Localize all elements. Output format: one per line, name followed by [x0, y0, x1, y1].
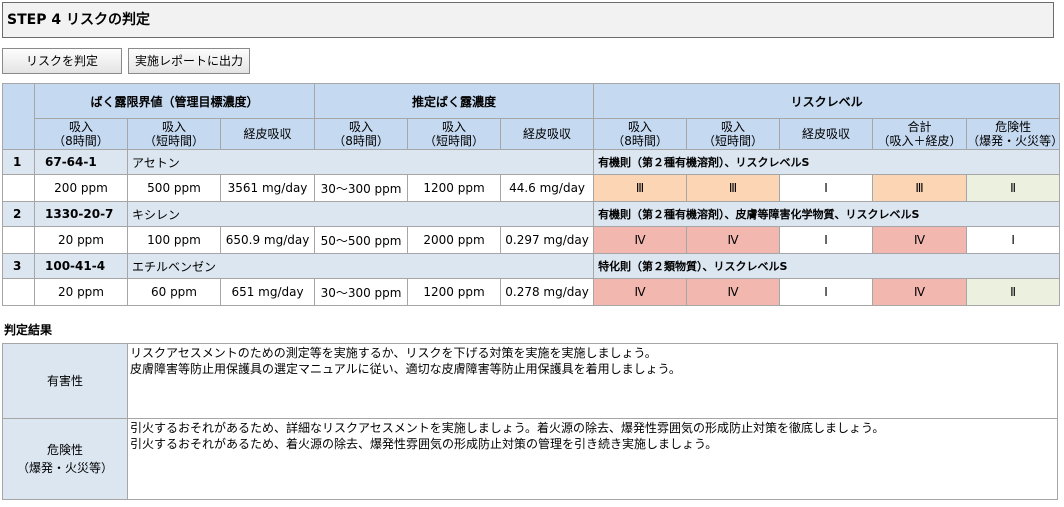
est-inhale-8h: 30～300 ppm: [314, 174, 409, 202]
limit-inhale-short: 500 ppm: [127, 174, 221, 202]
chemical-number: 2: [2, 201, 35, 227]
risk-inhale-8h: Ⅳ: [593, 226, 688, 254]
header-risk-dermal: 経皮吸収: [779, 118, 874, 150]
header-risk-inhale-8h: 吸入 （8時間）: [593, 118, 688, 150]
danger-line: 引火するおそれがあるため、詳細なリスクアセスメントを実施しましょう。着火源の除去…: [130, 421, 885, 435]
limit-inhale-short: 100 ppm: [127, 226, 221, 254]
limit-inhale-8h: 20 ppm: [34, 226, 128, 254]
risk-hazard: Ⅰ: [966, 226, 1061, 254]
header-risk-inhale-short: 吸入 （短時間）: [686, 118, 781, 150]
cas-number: 1330-20-7: [34, 201, 128, 227]
cas-number: 67-64-1: [34, 149, 128, 175]
est-inhale-short: 1200 ppm: [407, 278, 502, 306]
header-limit-inhale-short: 吸入 （短時間）: [127, 118, 221, 150]
result-title: 判定結果: [4, 323, 53, 337]
risk-inhale-8h: Ⅲ: [593, 174, 688, 202]
limit-inhale-8h: 20 ppm: [34, 278, 128, 306]
header-limit-dermal: 経皮吸収: [219, 118, 316, 150]
header-limit-group: ばく露限界値（管理目標濃度）: [33, 83, 316, 119]
step-title: STEP 4 リスクの判定: [2, 2, 1054, 38]
harm-label: 有害性: [2, 343, 128, 419]
header-risk-total: 合計 （吸入＋経皮）: [872, 118, 968, 150]
regulation-text: 有機則（第２種有機溶剤）、皮膚等障害化学物質、リスクレベルS: [593, 201, 1061, 227]
row-spacer: [2, 174, 35, 202]
row-spacer: [2, 278, 35, 306]
risk-inhale-short: Ⅲ: [686, 174, 781, 202]
harm-line: リスクアセスメントのための測定等を実施するか、リスクを下げる対策を実施を実施しま…: [130, 346, 657, 360]
header-est-dermal: 経皮吸収: [500, 118, 595, 150]
risk-inhale-short: Ⅳ: [686, 226, 781, 254]
chemical-value-row: 20 ppm 100 ppm 650.9 mg/day 50～500 ppm 2…: [2, 226, 1061, 254]
chemical-value-row: 20 ppm 60 ppm 651 mg/day 30～300 ppm 1200…: [2, 278, 1061, 306]
header-risk-hazard: 危険性 （爆発・火災等）: [966, 118, 1061, 150]
chemical-number: 1: [2, 149, 35, 175]
danger-line: 引火するおそれがあるため、着火源の除去、爆発性雰囲気の形成防止対策の管理を引き続…: [130, 437, 718, 451]
risk-hazard: Ⅱ: [966, 278, 1061, 306]
chemical-value-row: 200 ppm 500 ppm 3561 mg/day 30～300 ppm 1…: [2, 174, 1061, 202]
est-inhale-8h: 50～500 ppm: [314, 226, 409, 254]
header-limit-inhale-8h: 吸入 （8時間）: [34, 118, 128, 150]
cas-number: 100-41-4: [34, 253, 128, 279]
header-estimated-group: 推定ばく露濃度: [314, 83, 595, 119]
header-row-sub: 吸入 （8時間） 吸入 （短時間） 経皮吸収 吸入 （8時間） 吸入 （短時間） 経皮吸…: [3, 118, 1061, 150]
harm-text: リスクアセスメントのための測定等を実施するか、リスクを下げる対策を実施を実施しま…: [127, 343, 1058, 419]
est-inhale-8h: 30～300 ppm: [314, 278, 409, 306]
risk-dermal: Ⅰ: [779, 174, 874, 202]
chemical-number: 3: [2, 253, 35, 279]
harm-line: 皮膚障害等防止用保護具の選定マニュアルに従い、適切な皮膚障害等防止用保護具を着用…: [130, 362, 681, 376]
limit-dermal: 650.9 mg/day: [219, 226, 316, 254]
limit-inhale-8h: 200 ppm: [34, 174, 128, 202]
risk-hazard: Ⅱ: [966, 174, 1061, 202]
chemical-name-row: 3 100-41-4 エチルベンゼン 特化則（第２類物質）、リスクレベルS: [2, 253, 1061, 279]
header-blank: [2, 83, 35, 150]
risk-total: Ⅲ: [872, 174, 968, 202]
judge-risk-button[interactable]: リスクを判定: [2, 48, 122, 74]
regulation-text: 特化則（第２類物質）、リスクレベルS: [593, 253, 1061, 279]
risk-inhale-short: Ⅳ: [686, 278, 781, 306]
export-report-button[interactable]: 実施レポートに出力: [128, 48, 250, 74]
row-spacer: [2, 226, 35, 254]
danger-text: 引火するおそれがあるため、詳細なリスクアセスメントを実施しましょう。着火源の除去…: [127, 418, 1058, 500]
risk-total: Ⅳ: [872, 278, 968, 306]
risk-inhale-8h: Ⅳ: [593, 278, 688, 306]
chemical-name: アセトン: [126, 149, 595, 175]
result-row-danger: 危険性 （爆発・火災等） 引火するおそれがあるため、詳細なリスクアセスメントを実…: [2, 418, 1058, 500]
est-inhale-short: 1200 ppm: [407, 174, 502, 202]
risk-dermal: Ⅰ: [779, 278, 874, 306]
risk-table: ばく露限界値（管理目標濃度） 推定ばく露濃度 リスクレベル 吸入 （8時間） 吸入…: [2, 83, 1061, 306]
regulation-text: 有機則（第２種有機溶剤）、リスクレベルS: [593, 149, 1061, 175]
header-est-inhale-short: 吸入 （短時間）: [407, 118, 502, 150]
limit-inhale-short: 60 ppm: [127, 278, 221, 306]
header-risk-group: リスクレベル: [593, 83, 1061, 119]
danger-label: 危険性 （爆発・火災等）: [2, 418, 128, 500]
risk-dermal: Ⅰ: [779, 226, 874, 254]
limit-dermal: 3561 mg/day: [219, 174, 316, 202]
est-dermal: 0.297 mg/day: [500, 226, 595, 254]
risk-total: Ⅳ: [872, 226, 968, 254]
est-dermal: 0.278 mg/day: [500, 278, 595, 306]
limit-dermal: 651 mg/day: [219, 278, 316, 306]
result-table: 有害性 リスクアセスメントのための測定等を実施するか、リスクを下げる対策を実施を…: [2, 343, 1058, 500]
est-inhale-short: 2000 ppm: [407, 226, 502, 254]
chemical-name: エチルベンゼン: [126, 253, 595, 279]
chemical-name-row: 2 1330-20-7 キシレン 有機則（第２種有機溶剤）、皮膚等障害化学物質、…: [2, 201, 1061, 227]
chemical-name: キシレン: [126, 201, 595, 227]
est-dermal: 44.6 mg/day: [500, 174, 595, 202]
result-row-harm: 有害性 リスクアセスメントのための測定等を実施するか、リスクを下げる対策を実施を…: [2, 343, 1058, 419]
chemical-name-row: 1 67-64-1 アセトン 有機則（第２種有機溶剤）、リスクレベルS: [2, 149, 1061, 175]
header-row-groups: ばく露限界値（管理目標濃度） 推定ばく露濃度 リスクレベル: [2, 83, 1061, 150]
header-est-inhale-8h: 吸入 （8時間）: [314, 118, 409, 150]
